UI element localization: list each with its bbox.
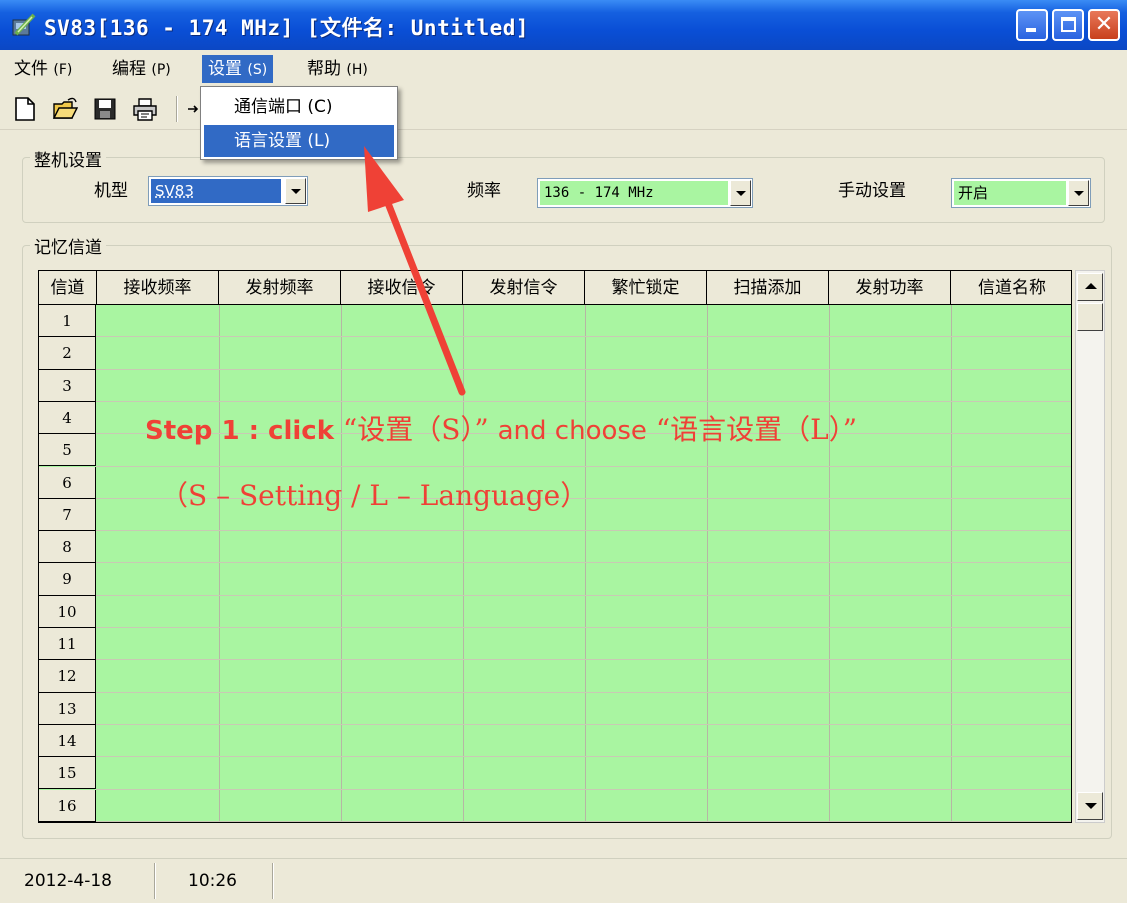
red-arrow-icon	[364, 146, 466, 396]
